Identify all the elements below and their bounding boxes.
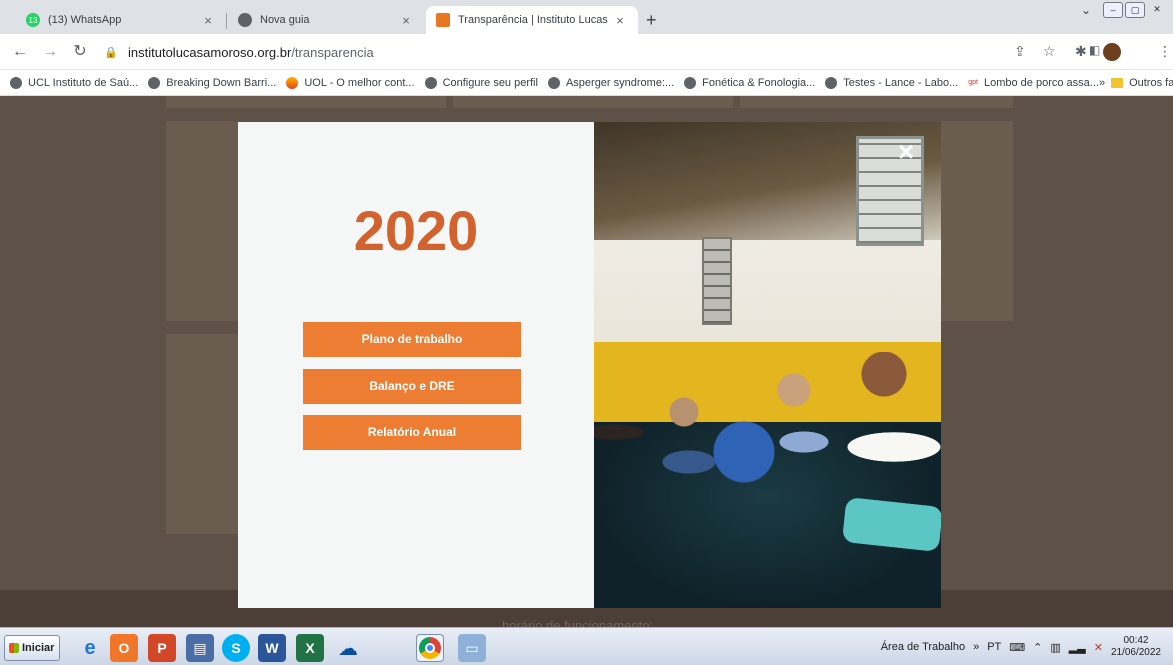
browser-toolbar: ← → ↻ 🔒 institutolucasamoroso.org.br/tra… bbox=[0, 34, 1173, 70]
minimize-button[interactable]: – bbox=[1103, 2, 1123, 18]
globe-icon bbox=[424, 76, 437, 89]
url-host: institutolucasamoroso.org.br bbox=[128, 44, 292, 60]
maximize-button[interactable]: ▢ bbox=[1125, 2, 1145, 18]
background-card bbox=[166, 334, 238, 534]
tab-separator bbox=[226, 13, 227, 29]
globe-icon bbox=[825, 76, 838, 89]
system-tray: Área de Trabalho » PT ⌨ ⌃ ▥ ▂▃ ✕ 00:42 2… bbox=[881, 628, 1173, 665]
language-indicator[interactable]: PT bbox=[987, 641, 1001, 653]
footer-hours-text: horário de funcionamento: bbox=[502, 618, 654, 627]
modal-content-panel: 2020 Plano de trabalho Balanço e DRE Rel… bbox=[238, 122, 594, 608]
other-bookmarks-folder[interactable]: Outros favoritos bbox=[1111, 77, 1173, 89]
bookmark-star-icon[interactable]: ☆ bbox=[1043, 43, 1056, 60]
background-card bbox=[740, 96, 1013, 108]
url-path: /transparencia bbox=[291, 44, 374, 60]
file-manager-icon[interactable]: ▤ bbox=[186, 634, 214, 662]
reload-button[interactable]: ↻ bbox=[70, 42, 90, 62]
menu-kebab-icon[interactable]: ⋮ bbox=[1158, 43, 1172, 60]
bookmark-item[interactable]: Asperger syndrome:... bbox=[547, 76, 674, 89]
chevron-up-icon[interactable]: ⌃ bbox=[1033, 641, 1042, 654]
onedrive-icon[interactable]: ☁ bbox=[334, 634, 362, 662]
lock-icon[interactable]: 🔒 bbox=[104, 46, 118, 59]
side-panel-icon[interactable]: ◧ bbox=[1089, 43, 1100, 57]
tab-title: Nova guia bbox=[260, 14, 310, 26]
bookmarks-overflow-button[interactable]: » bbox=[1099, 77, 1105, 89]
uol-icon bbox=[286, 76, 299, 89]
balanco-dre-button[interactable]: Balanço e DRE bbox=[303, 369, 521, 404]
photo-people bbox=[594, 352, 941, 512]
word-icon[interactable]: W bbox=[258, 634, 286, 662]
clock-time: 00:42 bbox=[1123, 635, 1149, 646]
windows-taskbar: Iniciar e O P ▤ S W X ☁ ▭ Área de Trabal… bbox=[0, 627, 1173, 665]
signal-icon[interactable]: ▂▃ bbox=[1069, 641, 1086, 654]
globe-icon bbox=[238, 13, 252, 27]
background-card bbox=[166, 96, 446, 108]
keyboard-icon[interactable]: ⌨ bbox=[1009, 641, 1025, 654]
modal-photo bbox=[594, 122, 941, 608]
volume-muted-icon[interactable]: ✕ bbox=[1094, 641, 1103, 654]
bookmark-item[interactable]: Configure seu perfil bbox=[424, 76, 538, 89]
tab-title: (13) WhatsApp bbox=[48, 14, 122, 26]
bookmarks-bar: UCL Instituto de Saú... Breaking Down Ba… bbox=[0, 70, 1173, 96]
bookmark-item[interactable]: Breaking Down Barri... bbox=[148, 76, 276, 89]
close-icon[interactable]: × bbox=[200, 13, 216, 28]
start-button[interactable]: Iniciar bbox=[4, 635, 60, 661]
tab-nova-guia[interactable]: Nova guia × bbox=[228, 6, 424, 34]
globe-icon bbox=[148, 76, 161, 89]
chrome-icon[interactable] bbox=[416, 634, 444, 662]
gpt-icon: gpt bbox=[968, 79, 978, 86]
skype-icon[interactable]: S bbox=[222, 634, 250, 662]
bookmark-item[interactable]: UCL Instituto de Saú... bbox=[10, 76, 138, 89]
desktop-toolbar[interactable]: Área de Trabalho bbox=[881, 641, 965, 653]
background-card bbox=[453, 96, 733, 108]
plano-de-trabalho-button[interactable]: Plano de trabalho bbox=[303, 322, 521, 357]
modal-year-title: 2020 bbox=[353, 199, 479, 262]
tray-overflow-icon[interactable]: » bbox=[973, 641, 979, 653]
photo-window bbox=[702, 237, 732, 325]
modal-close-button[interactable]: × bbox=[894, 138, 918, 166]
bookmark-item[interactable]: UOL - O melhor cont... bbox=[286, 76, 415, 89]
forward-button[interactable]: → bbox=[40, 42, 60, 62]
bookmark-item[interactable]: Testes - Lance - Labo... bbox=[825, 76, 958, 89]
outlook-icon[interactable]: O bbox=[110, 634, 138, 662]
globe-icon bbox=[547, 76, 560, 89]
close-icon[interactable]: × bbox=[398, 13, 414, 28]
tab-title: Transparência | Instituto Lucas bbox=[458, 14, 608, 26]
explorer-window-icon[interactable]: ▭ bbox=[458, 634, 486, 662]
profile-avatar[interactable] bbox=[1103, 43, 1121, 61]
bookmark-item[interactable]: gpt Lombo de porco assa... bbox=[968, 77, 1099, 89]
background-card bbox=[941, 121, 1013, 321]
excel-icon[interactable]: X bbox=[296, 634, 324, 662]
internet-explorer-icon[interactable]: e bbox=[76, 634, 104, 662]
folder-icon bbox=[1111, 77, 1124, 88]
relatorio-anual-button[interactable]: Relatório Anual bbox=[303, 415, 521, 450]
bookmark-item[interactable]: Fonética & Fonologia... bbox=[684, 76, 815, 89]
globe-icon bbox=[684, 76, 697, 89]
tab-search-icon[interactable]: ⌄ bbox=[1081, 3, 1091, 17]
transparency-modal: 2020 Plano de trabalho Balanço e DRE Rel… bbox=[238, 122, 941, 608]
tab-whatsapp[interactable]: 13 (13) WhatsApp × bbox=[16, 6, 226, 34]
clock[interactable]: 00:42 21/06/2022 bbox=[1111, 635, 1161, 659]
extensions-icon[interactable]: ✱ bbox=[1075, 43, 1087, 60]
globe-icon bbox=[10, 76, 22, 89]
network-icon[interactable]: ▥ bbox=[1050, 641, 1060, 654]
tab-transparencia[interactable]: Transparência | Instituto Lucas × bbox=[426, 6, 638, 34]
whatsapp-icon: 13 bbox=[26, 13, 40, 27]
site-favicon bbox=[436, 13, 450, 27]
browser-tab-strip: 13 (13) WhatsApp × Nova guia × Transparê… bbox=[0, 0, 1173, 34]
clock-date: 21/06/2022 bbox=[1110, 647, 1161, 658]
new-tab-button[interactable]: + bbox=[646, 10, 657, 31]
address-bar[interactable]: 🔒 institutolucasamoroso.org.br/transpare… bbox=[104, 40, 1024, 64]
windows-logo-icon bbox=[9, 643, 19, 653]
share-icon[interactable]: ⇪ bbox=[1014, 43, 1026, 60]
window-controls: ⌄ – ▢ ✕ bbox=[1081, 2, 1167, 18]
back-button[interactable]: ← bbox=[10, 42, 30, 62]
powerpoint-icon[interactable]: P bbox=[148, 634, 176, 662]
close-window-button[interactable]: ✕ bbox=[1147, 2, 1167, 18]
background-card bbox=[166, 121, 238, 321]
close-icon[interactable]: × bbox=[612, 13, 628, 28]
